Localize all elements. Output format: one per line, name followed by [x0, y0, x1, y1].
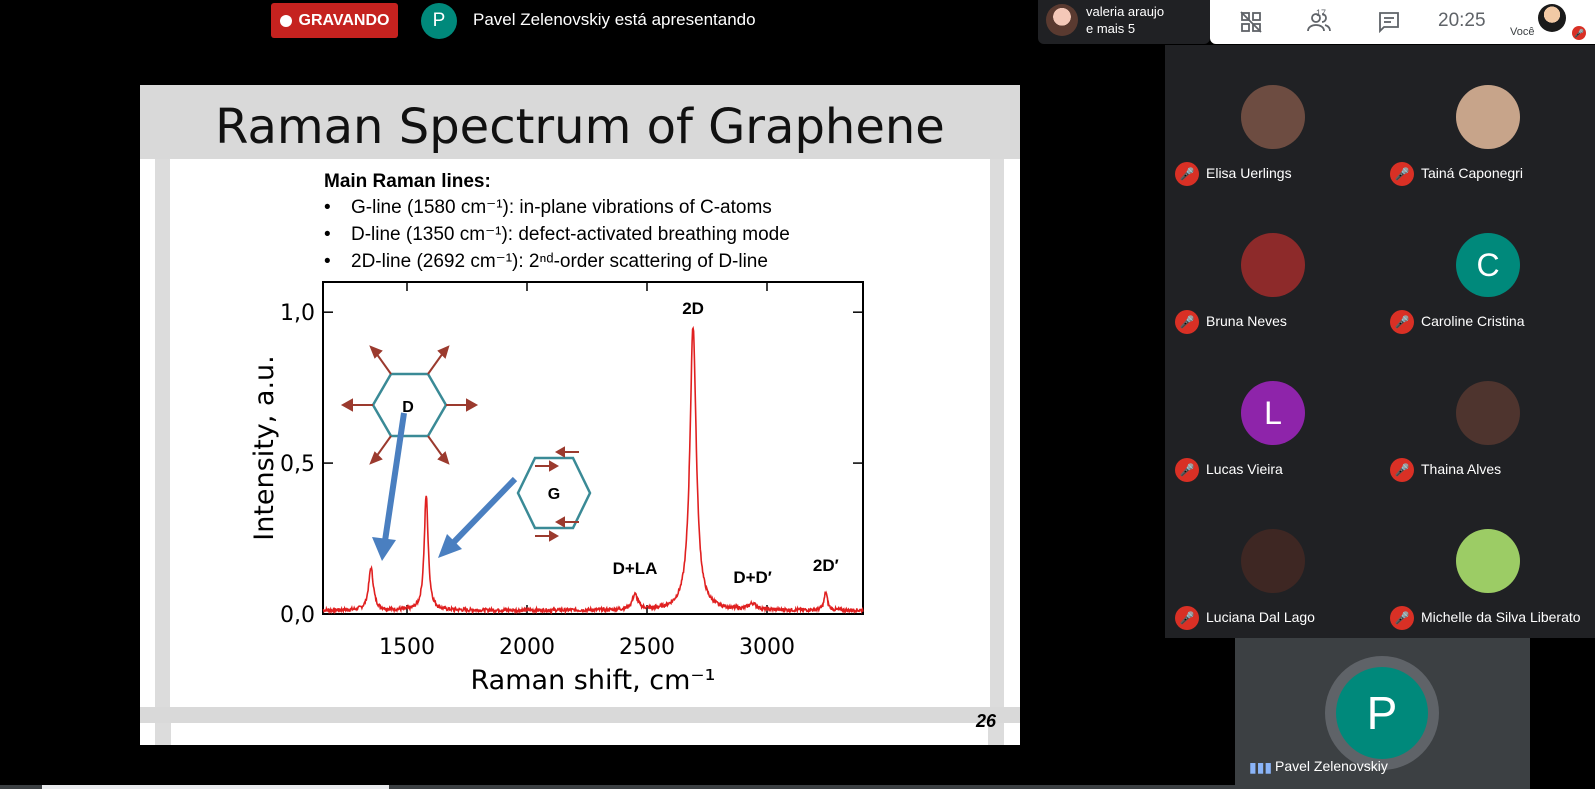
participant-name: Lucas Vieira [1206, 461, 1283, 477]
avatar [1241, 529, 1305, 593]
tiles-off-icon[interactable] [1239, 10, 1263, 34]
meet-window: GRAVANDO P Pavel Zelenovskiy está aprese… [0, 0, 1595, 789]
avatar [1046, 4, 1078, 36]
participants-grid: 🎤 Elisa Uerlings 🎤 Tainá Caponegri 🎤 Bru… [1165, 45, 1595, 638]
presenter-tile[interactable]: P ▮▮▮ Pavel Zelenovskiy [1235, 638, 1530, 789]
mic-off-icon: 🎤 [1175, 310, 1199, 334]
y-tick-label: 1,0 [280, 301, 315, 326]
x-axis-label: Raman shift, cm⁻¹ [471, 665, 716, 696]
self-label: Você [1510, 26, 1535, 38]
y-tick-label: 0,5 [280, 452, 315, 477]
slide-footer-band [140, 707, 1020, 723]
peak-label: 2D [682, 299, 704, 318]
participant-count: 17 [1316, 8, 1327, 18]
avatar [1456, 85, 1520, 149]
x-tick-label: 2000 [499, 635, 555, 660]
mic-off-icon: 🎤 [1390, 162, 1414, 186]
participant-name: Michelle da Silva Liberato [1421, 609, 1581, 625]
participant-tile[interactable]: L 🎤 Lucas Vieira [1165, 341, 1380, 489]
meeting-controls [1210, 0, 1595, 44]
participant-name: Thaina Alves [1421, 461, 1502, 477]
hexagon-g-diagram: G [516, 446, 592, 542]
avatar: C [1456, 233, 1520, 297]
participant-tile[interactable]: 🎤 Tainá Caponegri [1380, 45, 1595, 193]
bottom-strip-indicator [42, 785, 389, 789]
arrow-to-g-peak [450, 476, 518, 546]
chat-icon[interactable] [1378, 11, 1400, 33]
self-avatar[interactable] [1538, 4, 1566, 32]
spectrum-line [322, 325, 864, 615]
avatar: P [1336, 667, 1428, 759]
recording-label: GRAVANDO [298, 11, 390, 29]
participant-tile[interactable]: 🎤 Elisa Uerlings [1165, 45, 1380, 193]
x-tick-label: 1500 [379, 635, 435, 660]
mic-off-icon: 🎤 [1390, 606, 1414, 630]
mic-off-icon: 🎤 [1390, 458, 1414, 482]
x-tick-label: 3000 [739, 635, 795, 660]
peak-label: D+D′ [733, 568, 772, 587]
other-participants-preview[interactable]: valeria araujo e mais 5 [1038, 0, 1210, 44]
mic-off-icon: 🎤 [1390, 310, 1414, 334]
mic-off-icon: 🎤 [1175, 606, 1199, 630]
audio-level-icon: ▮▮▮ [1249, 759, 1273, 775]
hexagon-d-diagram: D [340, 345, 479, 465]
participant-tile[interactable]: 🎤 Michelle da Silva Liberato [1380, 489, 1595, 637]
plot-frame [322, 281, 864, 615]
others-name: valeria araujo [1086, 4, 1165, 19]
others-more: e mais 5 [1086, 21, 1136, 36]
avatar [1241, 233, 1305, 297]
meeting-clock: 20:25 [1438, 10, 1486, 31]
avatar: L [1241, 381, 1305, 445]
participant-tile[interactable]: 🎤 Luciana Dal Lago [1165, 489, 1380, 637]
presented-slide: Raman Spectrum of Graphene Main Raman li… [140, 85, 1020, 745]
avatar [1241, 85, 1305, 149]
participant-tile[interactable]: C 🎤 Caroline Cristina [1380, 193, 1595, 341]
participant-name: Bruna Neves [1206, 313, 1287, 329]
mic-off-icon: 🎤 [1175, 458, 1199, 482]
slide-page-number: 26 [976, 711, 997, 731]
presenter-avatar: P [421, 3, 457, 39]
participant-tile[interactable]: 🎤 Bruna Neves [1165, 193, 1380, 341]
presenter-name: Pavel Zelenovskiy [1275, 758, 1388, 774]
participant-name: Luciana Dal Lago [1206, 609, 1315, 625]
participant-name: Caroline Cristina [1421, 313, 1525, 329]
y-tick-label: 0,0 [280, 603, 315, 628]
participant-name: Tainá Caponegri [1421, 165, 1523, 181]
participant-tile[interactable]: 🎤 Thaina Alves [1380, 341, 1595, 489]
presenting-status: Pavel Zelenovskiy está apresentando [473, 10, 756, 29]
x-tick-label: 2500 [619, 635, 675, 660]
recording-badge: GRAVANDO [271, 3, 398, 38]
record-dot-icon [279, 14, 292, 27]
raman-chart: 1500 2000 2500 3000 0,0 0,5 1,0 Raman shift, cm… [249, 281, 864, 696]
mic-off-icon[interactable]: 🎤 [1572, 26, 1586, 40]
peak-label: 2D′ [813, 556, 839, 575]
mic-off-icon: 🎤 [1175, 162, 1199, 186]
participant-name: Elisa Uerlings [1206, 165, 1292, 181]
avatar [1456, 529, 1520, 593]
peak-label: D+LA [613, 559, 658, 578]
avatar [1456, 381, 1520, 445]
hexagon-g-label: G [548, 486, 560, 503]
y-axis-label: Intensity, a.u. [249, 355, 280, 541]
